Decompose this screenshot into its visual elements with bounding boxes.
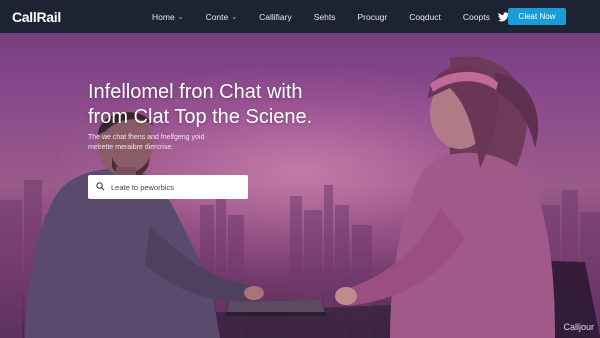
nav-item-label: Sehts <box>313 11 336 22</box>
headline-line-2: from Clat Top the Sciene. <box>88 106 313 128</box>
chevron-down-icon: ⌄ <box>177 13 184 21</box>
search-input[interactable] <box>111 182 241 192</box>
nav-item-sehts[interactable]: Sehts <box>314 12 336 22</box>
headline-line-1: Infellomel fron Chat with <box>88 81 303 103</box>
nav-item-procugr[interactable]: Procugr <box>357 12 387 22</box>
chevron-down-icon: ⌄ <box>231 13 238 21</box>
subtext-line-2: melrette meraibre diercrise. <box>88 144 174 151</box>
nav-item-label: Coqduct <box>409 11 441 22</box>
logo[interactable]: CallRail <box>12 9 152 25</box>
nav-item-coopts[interactable]: Coopts <box>463 12 490 22</box>
nav-item-label: Coopts <box>462 11 490 22</box>
nav-item-conte[interactable]: Conte ⌄ <box>206 12 238 22</box>
nav-links: Home ⌄ Conte ⌄ Callifiary Sehts Procugr … <box>152 11 551 22</box>
hero-background <box>0 0 600 338</box>
nav-item-label: Callifiary <box>259 11 292 22</box>
subtext-line-1: The we chat fhens and fnelfgeng yoid <box>88 134 205 141</box>
search-box <box>88 175 248 199</box>
top-nav: CallRail Home ⌄ Conte ⌄ Callifiary Sehts… <box>0 0 600 33</box>
search-icon <box>96 178 105 196</box>
nav-item-callifiary[interactable]: Callifiary <box>259 12 292 22</box>
nav-item-home[interactable]: Home ⌄ <box>152 12 184 22</box>
nav-item-label: Procugr <box>357 11 388 22</box>
hero-subtext: The we chat fhens and fnelfgeng yoid mel… <box>88 133 278 153</box>
hero-headline: Infellomel fron Chat with from Clat Top … <box>88 80 408 130</box>
cleat-now-button[interactable]: Cleat Now <box>508 8 566 25</box>
nav-item-coqduct[interactable]: Coqduct <box>409 12 441 22</box>
nav-item-label: Conte <box>205 11 229 22</box>
watermark: Calljour <box>563 322 594 332</box>
nav-item-label: Home <box>152 11 175 22</box>
